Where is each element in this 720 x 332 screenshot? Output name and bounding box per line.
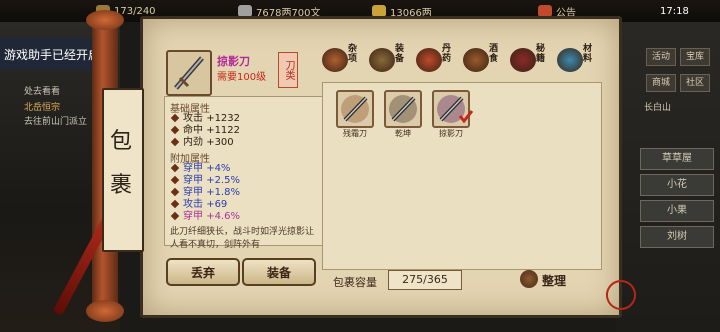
- inventory-slot[interactable]: [336, 90, 374, 128]
- scroll-cap-bottom: [86, 300, 124, 322]
- extra-stats-list: 穿甲 +4% 穿甲 +2.5% 穿甲 +1.8% 攻击 +69 穿甲 +4.6%: [170, 163, 240, 223]
- npc-item[interactable]: 草草屋: [640, 148, 714, 170]
- pouch-icon: [322, 48, 348, 72]
- base-stat-row: 攻击 +1232: [170, 113, 241, 125]
- wine-jar-icon: [463, 48, 489, 72]
- category-tab-0[interactable]: 杂项: [322, 42, 368, 76]
- category-label: 材料: [583, 44, 593, 64]
- base-stat-value: +1122: [206, 125, 241, 136]
- extra-stat-name: 穿甲: [183, 175, 203, 186]
- diamond-icon: [170, 137, 180, 147]
- crystal-icon: [557, 48, 583, 72]
- extra-stat-row: 穿甲 +4.6%: [170, 211, 240, 223]
- right-menu-button[interactable]: 活动: [646, 48, 676, 66]
- category-label: 杂项: [348, 44, 358, 64]
- diamond-icon: [170, 163, 180, 173]
- equip-label: 装备: [266, 265, 291, 280]
- bag-title: 包裹: [109, 129, 132, 198]
- base-stat-name: 攻击: [183, 113, 203, 124]
- blade-icon: [389, 95, 417, 123]
- category-tab-1[interactable]: 装备: [369, 42, 415, 76]
- npc-item[interactable]: 刘树: [640, 226, 714, 248]
- extra-stat-value: +4%: [206, 163, 231, 174]
- base-stat-value: +1232: [206, 113, 241, 124]
- right-menu-button[interactable]: 商城: [646, 74, 676, 92]
- assistant-text: 游戏助手已经开启: [4, 47, 101, 62]
- right-menu-button[interactable]: 社区: [680, 74, 710, 92]
- item-requirement: 需要100级: [217, 72, 267, 83]
- selected-item-icon: [166, 50, 212, 96]
- npc-item[interactable]: 小花: [640, 174, 714, 196]
- extra-stat-row: 穿甲 +2.5%: [170, 175, 240, 187]
- scroll-cap-top: [86, 10, 124, 30]
- item-description: 此刀纤细狭长，战斗时如浮光掠影让人看不真切，剑阵外有: [170, 227, 315, 248]
- base-stat-name: 命中: [183, 125, 203, 136]
- blade-icon: [174, 56, 204, 90]
- extra-stat-name: 攻击: [183, 199, 203, 210]
- pill-icon: [416, 48, 442, 72]
- capacity-value: 275/365: [388, 270, 462, 290]
- weapon-icon: [369, 48, 395, 72]
- sort-bag-icon[interactable]: [520, 270, 538, 288]
- extra-stat-row: 攻击 +69: [170, 199, 240, 211]
- extra-stat-value: +1.8%: [206, 187, 240, 198]
- diamond-icon: [170, 199, 180, 209]
- base-stat-row: 内劲 +300: [170, 137, 240, 149]
- diamond-icon: [170, 187, 180, 197]
- inventory-item-name: 残霜刀: [343, 129, 367, 138]
- category-tab-2[interactable]: 丹药: [416, 42, 462, 76]
- category-tab-5[interactable]: 材料: [557, 42, 603, 76]
- category-label: 秘籍: [536, 44, 546, 64]
- npc-item[interactable]: 小果: [640, 200, 714, 222]
- extra-stat-name: 穿甲: [183, 163, 203, 174]
- capacity-label: 包裹容量: [333, 276, 377, 289]
- quest-line-1: 处去看看: [24, 87, 61, 97]
- diamond-icon: [170, 113, 180, 123]
- item-type-tag: 刀类: [278, 52, 298, 88]
- category-label: 酒食: [489, 44, 499, 64]
- category-tab-3[interactable]: 酒食: [463, 42, 509, 76]
- extra-stat-row: 穿甲 +4%: [170, 163, 240, 175]
- diamond-icon: [170, 175, 180, 185]
- discard-label: 丢弃: [190, 265, 215, 280]
- base-stats-list: 攻击 +1232 命中 +1122 内劲 +300: [170, 113, 241, 149]
- extra-stat-value: +2.5%: [206, 175, 240, 186]
- inventory-slot[interactable]: [384, 90, 422, 128]
- quest-line-2[interactable]: 北岳恒宗: [24, 100, 60, 113]
- category-tab-4[interactable]: 秘籍: [510, 42, 556, 76]
- extra-stat-name: 穿甲: [183, 211, 203, 222]
- extra-stat-value: +4.6%: [206, 211, 240, 222]
- sort-button[interactable]: 整理: [542, 272, 566, 289]
- inventory-item-name: 掠影刀: [439, 129, 463, 138]
- blade-icon: [341, 95, 369, 123]
- book-icon: [510, 48, 536, 72]
- selected-check-icon: [458, 108, 474, 124]
- diamond-icon: [170, 211, 180, 221]
- item-name: 掠影刀: [217, 55, 250, 68]
- extra-stat-name: 穿甲: [183, 187, 203, 198]
- base-stat-name: 内劲: [183, 137, 203, 148]
- inventory-item-name: 乾坤: [395, 129, 411, 138]
- discard-button[interactable]: 丢弃: [166, 258, 240, 286]
- quest-line-3: 去往前山门派立: [24, 117, 88, 127]
- location-label: 长白山: [644, 103, 672, 113]
- equip-button[interactable]: 装备: [242, 258, 316, 286]
- extra-stat-value: +69: [206, 199, 228, 210]
- category-label: 丹药: [442, 44, 452, 64]
- assistant-toast[interactable]: 游戏助手已经开启: [0, 38, 104, 70]
- clock: 17:18: [660, 5, 689, 17]
- base-stat-row: 命中 +1122: [170, 125, 241, 137]
- right-menu-button[interactable]: 宝库: [680, 48, 710, 66]
- base-stat-value: +300: [206, 137, 234, 148]
- category-label: 装备: [395, 44, 405, 64]
- extra-stat-row: 穿甲 +1.8%: [170, 187, 240, 199]
- diamond-icon: [170, 125, 180, 135]
